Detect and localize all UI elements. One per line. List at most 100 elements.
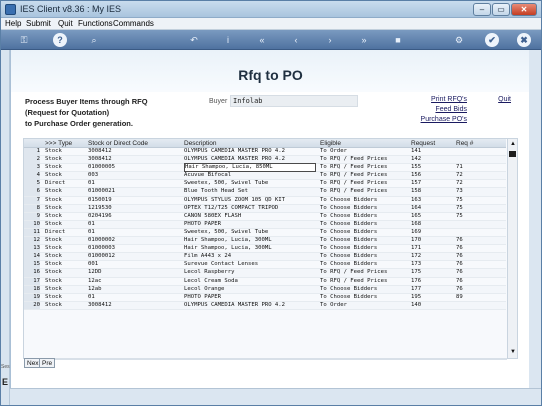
table-row[interactable]: 20 Stock 3008412 OLYMPUS CAMEDIA MASTER PRO… <box>24 301 506 310</box>
description-cell[interactable]: PHOTO PAPER <box>184 294 316 302</box>
menu-quit[interactable]: Quit <box>58 19 73 28</box>
code-cell: 001 <box>88 261 99 268</box>
table-row[interactable]: 12 Stock 01000002 Hair Shampoo, Lucia, 300M… <box>24 237 506 246</box>
table-row[interactable]: 1 Stock 3008412 OLYMPUS CAMEDIA MASTER PRO … <box>24 148 506 157</box>
description-cell[interactable]: Hair Shampoo, Lucia, 300ML <box>184 245 316 253</box>
table-row[interactable]: 3 Stock 01000005 Hair Shampoo, Lucia, 850ML… <box>24 163 506 173</box>
rewind-icon[interactable]: « <box>255 33 269 47</box>
table-row[interactable]: 6 Stock 01000021 Blue Tooth Head Set To RFQ … <box>24 188 506 197</box>
col-req-header[interactable]: Req # <box>456 140 473 147</box>
description-line-3: to Purchase Order generation. <box>25 119 133 128</box>
req-cell: 72 <box>456 180 463 187</box>
stop-icon[interactable]: ■ <box>391 33 405 47</box>
description-cell[interactable]: Film A443 x 24 <box>184 253 316 261</box>
type-cell: Stock <box>45 164 62 171</box>
description-cell[interactable]: Lecol Raspberry <box>184 269 316 277</box>
table-row[interactable]: 4 Stock 003 Acuvue Bifocal To RFQ / Feed Pri… <box>24 172 506 181</box>
horizontal-scrollbar[interactable] <box>24 358 507 360</box>
type-cell: Direct <box>45 180 66 187</box>
vertical-scrollbar[interactable]: ▲ ▼ <box>507 139 517 358</box>
close-icon[interactable]: ✖ <box>517 33 531 47</box>
description-cell[interactable]: Blue Tooth Head Set <box>184 188 316 196</box>
description-cell[interactable]: Surevue Contact Lenses <box>184 261 316 269</box>
description-cell[interactable]: Hair Shampoo, Lucia, 300ML <box>184 237 316 245</box>
fastforward-icon[interactable]: » <box>357 33 371 47</box>
request-cell: 195 <box>411 293 422 300</box>
row-number: 4 <box>24 172 40 180</box>
scroll-up-icon[interactable]: ▲ <box>509 140 517 149</box>
table-row[interactable]: 17 Stock 12ac Lecol Cream Soda To RFQ / Feed… <box>24 277 506 286</box>
description-cell[interactable]: OLYMPUS CAMEDIA MASTER PRO 4.2 <box>184 148 316 156</box>
table-row[interactable]: 9 Stock 0204196 CANON 580EX FLASH To Choose … <box>24 212 506 221</box>
table-row[interactable]: 5 Direct 01 Sweetex, 500, Swivel Tube To RFQ… <box>24 180 506 189</box>
eligible-cell: To RFQ / Feed Prices <box>320 269 388 276</box>
scroll-thumb[interactable] <box>509 151 516 157</box>
description-cell[interactable]: OLYMPUS CAMEDIA MASTER PRO 4.2 <box>184 302 316 310</box>
table-row[interactable]: 14 Stock 01000012 Film A443 x 24 To Choose B… <box>24 253 506 262</box>
print-rfqs-link[interactable]: Print RFQ's <box>431 96 467 103</box>
table-row[interactable]: 16 Stock 12DD Lecol Raspberry To RFQ / Feed … <box>24 269 506 278</box>
table-row[interactable]: 8 Stock 1219530 OPTEX T12/T25 COMPACT TRIPO… <box>24 204 506 213</box>
req-cell: 76 <box>456 269 463 276</box>
forward-icon[interactable]: › <box>323 33 337 47</box>
scroll-down-icon[interactable]: ▼ <box>509 348 517 357</box>
row-number: 7 <box>24 196 40 205</box>
menu-help[interactable]: Help <box>5 19 21 28</box>
description-cell[interactable]: OLYMPUS STYLUS ZOOM 105 QD KIT <box>184 197 316 205</box>
code-cell: 01000005 <box>88 164 115 171</box>
previous-tab[interactable]: Pre <box>39 358 56 368</box>
description-cell[interactable]: Lecol Cream Soda <box>184 278 316 286</box>
buyer-field[interactable]: Infolab <box>230 95 358 107</box>
col-type-header[interactable]: >>> Type <box>45 140 72 147</box>
type-cell: Stock <box>45 285 62 292</box>
description-cell[interactable]: Hair Shampoo, Lucia, 850ML <box>184 163 316 173</box>
description-cell[interactable]: Lecol Orange <box>184 286 316 294</box>
help-icon[interactable]: ? <box>53 33 67 47</box>
col-stock-header[interactable]: Stock or Direct Code <box>88 140 148 147</box>
menu-functions[interactable]: Functions <box>78 19 113 28</box>
req-cell: 75 <box>456 212 463 219</box>
menu-submit[interactable]: Submit <box>26 19 51 28</box>
info-icon[interactable]: i <box>221 33 235 47</box>
feed-bids-link[interactable]: Feed Bids <box>435 106 467 113</box>
row-number: 6 <box>24 188 40 196</box>
col-description-header[interactable]: Description <box>184 140 217 147</box>
description-cell[interactable]: Acuvue Bifocal <box>184 172 316 180</box>
col-eligible-header[interactable]: Eligible <box>320 140 341 147</box>
table-row[interactable]: 10 Stock 01 PHOTO PAPER To Choose Bidders 168 <box>24 220 506 229</box>
back-icon[interactable]: ‹ <box>289 33 303 47</box>
col-request-header[interactable]: Request <box>411 140 435 147</box>
description-cell[interactable]: OPTEX T12/T25 COMPACT TRIPOD <box>184 205 316 213</box>
req-cell: 76 <box>456 245 463 252</box>
maximize-button[interactable]: ▭ <box>492 3 510 16</box>
settings-icon[interactable]: ⚙ <box>452 33 466 47</box>
table-row[interactable]: 13 Stock 01000003 Hair Shampoo, Lucia, 300M… <box>24 245 506 254</box>
description-cell[interactable]: Sweetex, 500, Swivel Tube <box>184 229 316 237</box>
search-icon[interactable]: ⌕ <box>87 33 101 47</box>
table-row[interactable]: 11 Direct 01 Sweetex, 500, Swivel Tube To Ch… <box>24 228 506 238</box>
close-window-button[interactable]: ✕ <box>511 3 537 16</box>
eligible-cell: To RFQ / Feed Prices <box>320 180 388 187</box>
code-cell: 1219530 <box>88 204 112 211</box>
minimize-button[interactable]: – <box>473 3 491 16</box>
req-cell: 76 <box>456 285 463 292</box>
table-row[interactable]: 19 Stock 01 PHOTO PAPER To Choose Bidders 195… <box>24 293 506 302</box>
request-cell: 142 <box>411 156 422 163</box>
description-cell[interactable]: Sweetex, 500, Swivel Tube <box>184 180 316 188</box>
request-cell: 172 <box>411 253 422 260</box>
type-cell: Direct <box>45 228 66 235</box>
purchase-pos-link[interactable]: Purchase PO's <box>421 116 467 123</box>
eligible-cell: To RFQ / Feed Prices <box>320 277 388 284</box>
table-row[interactable]: 15 Stock 001 Surevue Contact Lenses To Choos… <box>24 261 506 270</box>
table-row[interactable]: 18 Stock 12ab Lecol Orange To Choose Bidders… <box>24 285 506 294</box>
description-cell[interactable]: PHOTO PAPER <box>184 221 316 229</box>
quit-link[interactable]: Quit <box>498 96 511 103</box>
menu-commands[interactable]: Commands <box>113 19 154 28</box>
key-icon[interactable]: ⚿ <box>14 33 34 47</box>
ok-icon[interactable]: ✔ <box>485 33 499 47</box>
undo-icon[interactable]: ↶ <box>187 33 201 47</box>
description-cell[interactable]: CANON 580EX FLASH <box>184 213 316 221</box>
table-row[interactable]: 7 Stock 0150019 OLYMPUS STYLUS ZOOM 105 QD … <box>24 196 506 205</box>
eligible-cell: To Choose Bidders <box>320 228 378 235</box>
row-number: 3 <box>24 164 40 172</box>
